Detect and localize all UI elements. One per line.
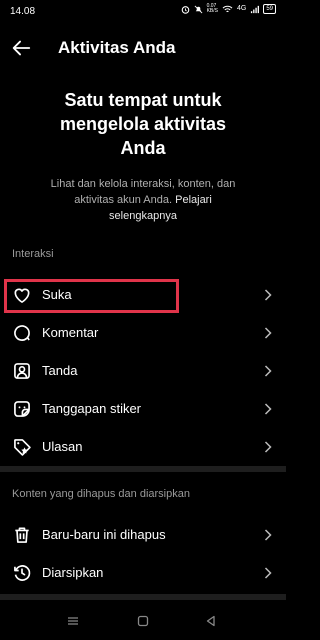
menu-item-archived[interactable]: Diarsipkan	[0, 554, 286, 592]
section-label-deleted-archived: Konten yang dihapus dan diarsipkan	[12, 488, 190, 500]
back-nav-icon[interactable]	[204, 614, 218, 628]
hero-line-2: mengelola aktivitas	[59, 114, 227, 134]
menu-item-label: Baru-baru ini dihapus	[42, 527, 166, 542]
network-speed: 0.07 KB/S	[206, 3, 218, 14]
section-label-interactions: Interaksi	[12, 248, 54, 260]
status-bar: 14.08 0.07 KB/S 4G 59	[0, 0, 286, 26]
signal-icon	[251, 5, 260, 13]
app-header: Aktivitas Anda	[0, 30, 286, 66]
menu-item-recently-deleted[interactable]: Baru-baru ini dihapus	[0, 516, 286, 554]
menu-item-reviews[interactable]: Ulasan	[0, 428, 286, 466]
review-tag-icon	[14, 439, 31, 456]
signal-type: 4G	[236, 5, 247, 12]
back-arrow-icon[interactable]	[10, 37, 32, 59]
section-divider	[0, 594, 286, 600]
section-divider	[0, 466, 286, 472]
menu-item-label: Diarsipkan	[42, 565, 104, 580]
battery-level: 59	[263, 4, 276, 14]
mute-icon	[194, 5, 202, 13]
status-icons: 0.07 KB/S 4G 59	[181, 4, 276, 14]
sticker-icon	[14, 401, 30, 417]
page-title: Aktivitas Anda	[58, 38, 176, 57]
system-nav-bar	[0, 604, 286, 640]
menu-item-tags[interactable]: Tanda	[0, 352, 286, 390]
menu-item-comments[interactable]: Komentar	[0, 314, 286, 352]
hero-heading: Satu tempat untuk mengelola aktivitas An…	[20, 88, 266, 160]
chevron-right-icon	[264, 365, 272, 377]
tag-person-icon	[14, 363, 30, 379]
menu-item-label: Tanggapan stiker	[42, 401, 142, 416]
menu-item-label: Tanda	[42, 363, 78, 378]
chevron-right-icon	[264, 441, 272, 453]
hero-description: Lihat dan kelola interaksi, konten, dan …	[40, 176, 246, 224]
comment-icon	[14, 325, 30, 341]
chevron-right-icon	[264, 289, 272, 301]
archive-history-icon	[14, 565, 31, 581]
wifi-icon	[222, 5, 233, 12]
alarm-icon	[181, 5, 189, 14]
trash-icon	[15, 527, 29, 543]
chevron-right-icon	[264, 403, 272, 415]
menu-item-label: Ulasan	[42, 439, 83, 454]
home-icon[interactable]	[136, 614, 150, 628]
chevron-right-icon	[264, 529, 272, 541]
menu-item-sticker-responses[interactable]: Tanggapan stiker	[0, 390, 286, 428]
chevron-right-icon	[264, 567, 272, 579]
status-time: 14.08	[10, 6, 36, 17]
highlight-box	[4, 279, 179, 313]
chevron-right-icon	[264, 327, 272, 339]
recent-apps-icon[interactable]	[66, 614, 80, 628]
hero-line-3: Anda	[120, 138, 166, 158]
hero-line-1: Satu tempat untuk	[64, 90, 222, 110]
menu-item-label: Komentar	[42, 325, 99, 340]
